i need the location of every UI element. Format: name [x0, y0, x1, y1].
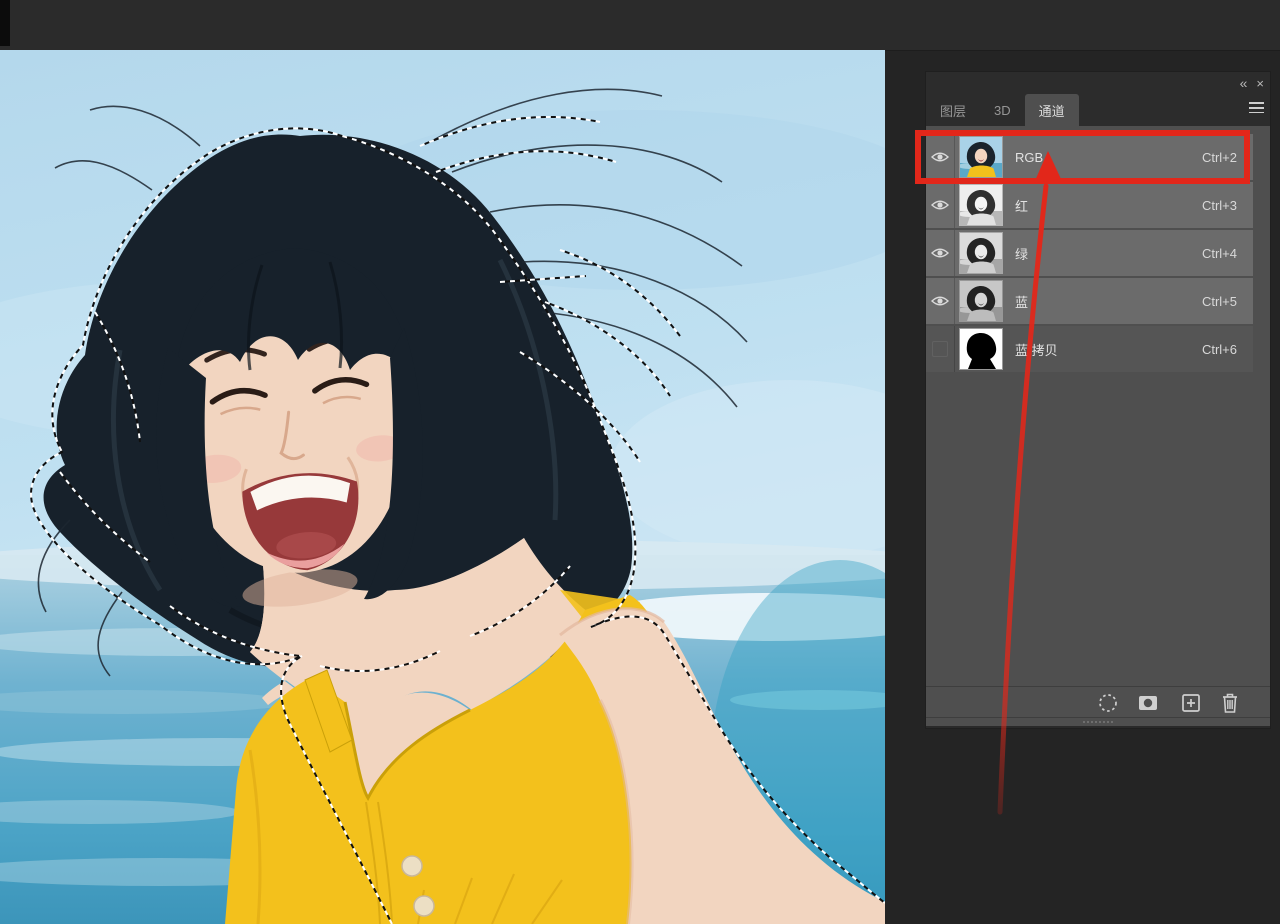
eye-empty-well — [932, 341, 948, 357]
toolbar-notch — [0, 0, 10, 46]
channel-name: 红 — [1015, 196, 1028, 215]
document-canvas[interactable] — [0, 50, 885, 924]
visibility-toggle[interactable] — [926, 134, 955, 180]
visibility-toggle[interactable] — [926, 182, 955, 228]
eye-icon — [931, 151, 949, 163]
channel-shortcut: Ctrl+3 — [1202, 198, 1237, 213]
channel-thumbnail[interactable] — [959, 136, 1003, 178]
visibility-toggle[interactable] — [926, 230, 955, 276]
close-panel-icon[interactable]: × — [1256, 77, 1264, 90]
new-channel-icon[interactable] — [1178, 690, 1204, 716]
channel-thumbnail[interactable] — [959, 280, 1003, 322]
channel-row-red[interactable]: 红 Ctrl+3 — [926, 182, 1253, 228]
channel-mask-thumbnail[interactable] — [959, 328, 1003, 370]
tab-layers[interactable]: 图层 — [926, 94, 980, 126]
channel-name: 绿 — [1015, 244, 1028, 263]
panel-dock-header: « × — [926, 72, 1270, 94]
load-selection-icon[interactable] — [1095, 690, 1121, 716]
save-selection-as-channel-icon[interactable] — [1135, 690, 1161, 716]
channel-thumbnail[interactable] — [959, 232, 1003, 274]
photo-laughing-woman — [0, 50, 885, 924]
channel-shortcut: Ctrl+2 — [1202, 150, 1237, 165]
visibility-toggle[interactable] — [926, 278, 955, 324]
top-ui-strip — [0, 0, 1280, 51]
channel-thumbnail[interactable] — [959, 184, 1003, 226]
channel-name: RGB — [1015, 150, 1043, 165]
channels-panel: « × 图层 3D 通道 RGB Ctrl+2 红 — [926, 72, 1270, 728]
channel-row-rgb[interactable]: RGB Ctrl+2 — [926, 134, 1253, 180]
channel-name: 蓝 — [1015, 292, 1028, 311]
tab-channels[interactable]: 通道 — [1025, 94, 1079, 126]
panel-footer — [926, 686, 1270, 718]
panel-tab-bar: 图层 3D 通道 — [926, 94, 1270, 126]
visibility-toggle[interactable] — [926, 326, 955, 372]
panel-menu-icon[interactable] — [1249, 102, 1264, 113]
channel-shortcut: Ctrl+5 — [1202, 294, 1237, 309]
channel-row-blue-copy[interactable]: 蓝 拷贝 Ctrl+6 — [926, 326, 1253, 372]
eye-icon — [931, 295, 949, 307]
panel-resize-strip[interactable] — [926, 718, 1270, 728]
channel-row-green[interactable]: 绿 Ctrl+4 — [926, 230, 1253, 276]
tab-3d[interactable]: 3D — [980, 94, 1025, 126]
channel-shortcut: Ctrl+6 — [1202, 342, 1237, 357]
delete-channel-icon[interactable] — [1217, 690, 1243, 716]
channel-name: 蓝 拷贝 — [1015, 340, 1058, 359]
eye-icon — [931, 199, 949, 211]
channel-shortcut: Ctrl+4 — [1202, 246, 1237, 261]
panel-grip-dots — [1083, 721, 1113, 723]
eye-icon — [931, 247, 949, 259]
collapse-to-icons-icon[interactable]: « — [1240, 76, 1247, 90]
channel-list: RGB Ctrl+2 红 Ctrl+3 绿 Ctrl+4 — [926, 126, 1270, 686]
channel-row-blue[interactable]: 蓝 Ctrl+5 — [926, 278, 1253, 324]
